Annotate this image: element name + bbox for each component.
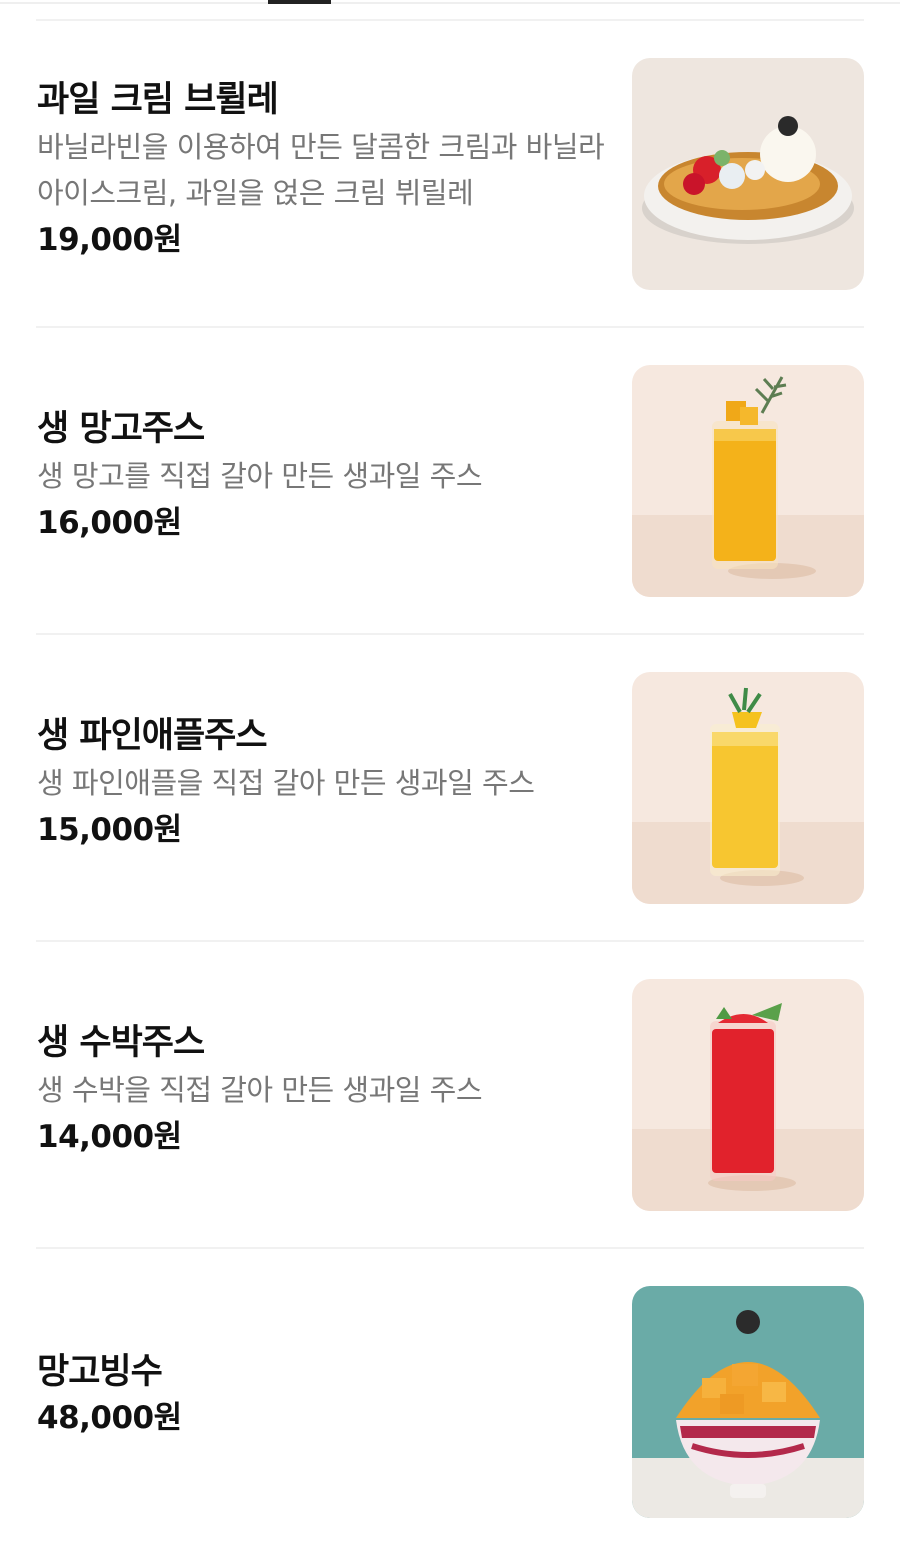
menu-item-name: 망고빙수 <box>37 1352 163 1392</box>
menu-item-mango-juice[interactable]: 생 망고주스 생 망고를 직접 갈아 만든 생과일 주스 16,000원 <box>0 365 900 599</box>
menu-item-description: 생 망고를 직접 갈아 만든 생과일 주스 <box>37 459 483 493</box>
divider <box>36 1247 864 1249</box>
active-tab-indicator <box>268 0 331 4</box>
divider <box>36 940 864 942</box>
menu-item-name: 생 파인애플주스 <box>37 716 268 756</box>
menu-item-name: 생 망고주스 <box>37 409 205 449</box>
menu-item-mango-bingsu[interactable]: 망고빙수 48,000원 <box>0 1286 900 1518</box>
menu-item-price: 48,000원 <box>37 1400 182 1436</box>
menu-item-name: 생 수박주스 <box>37 1023 205 1063</box>
mango-bingsu-image[interactable] <box>632 1286 864 1518</box>
watermelon-juice-image[interactable] <box>632 979 864 1211</box>
menu-item-fruit-cream-brulee[interactable]: 과일 크림 브륄레 바닐라빈을 이용하여 만든 달콤한 크림과 바닐라 아이스크… <box>0 58 900 292</box>
tab-bar <box>0 0 900 6</box>
menu-item-name: 과일 크림 브륄레 <box>37 80 279 120</box>
fruit-cream-brulee-image[interactable] <box>632 58 864 290</box>
divider <box>36 633 864 635</box>
tab-bar-line <box>0 2 900 4</box>
menu-item-pineapple-juice[interactable]: 생 파인애플주스 생 파인애플을 직접 갈아 만든 생과일 주스 15,000원 <box>0 672 900 906</box>
menu-item-description: 바닐라빈을 이용하여 만든 달콤한 크림과 바닐라 아이스크림, 과일을 얹은 … <box>37 130 605 210</box>
divider <box>36 19 864 21</box>
menu-item-price: 15,000원 <box>37 812 182 848</box>
divider <box>36 326 864 328</box>
pineapple-juice-image[interactable] <box>632 672 864 904</box>
menu-item-description: 생 수박을 직접 갈아 만든 생과일 주스 <box>37 1073 483 1107</box>
menu-item-price: 19,000원 <box>37 222 182 258</box>
menu-item-watermelon-juice[interactable]: 생 수박주스 생 수박을 직접 갈아 만든 생과일 주스 14,000원 <box>0 979 900 1213</box>
menu-item-price: 16,000원 <box>37 505 182 541</box>
menu-item-description: 생 파인애플을 직접 갈아 만든 생과일 주스 <box>37 766 535 800</box>
mango-juice-image[interactable] <box>632 365 864 597</box>
menu-item-price: 14,000원 <box>37 1119 182 1155</box>
